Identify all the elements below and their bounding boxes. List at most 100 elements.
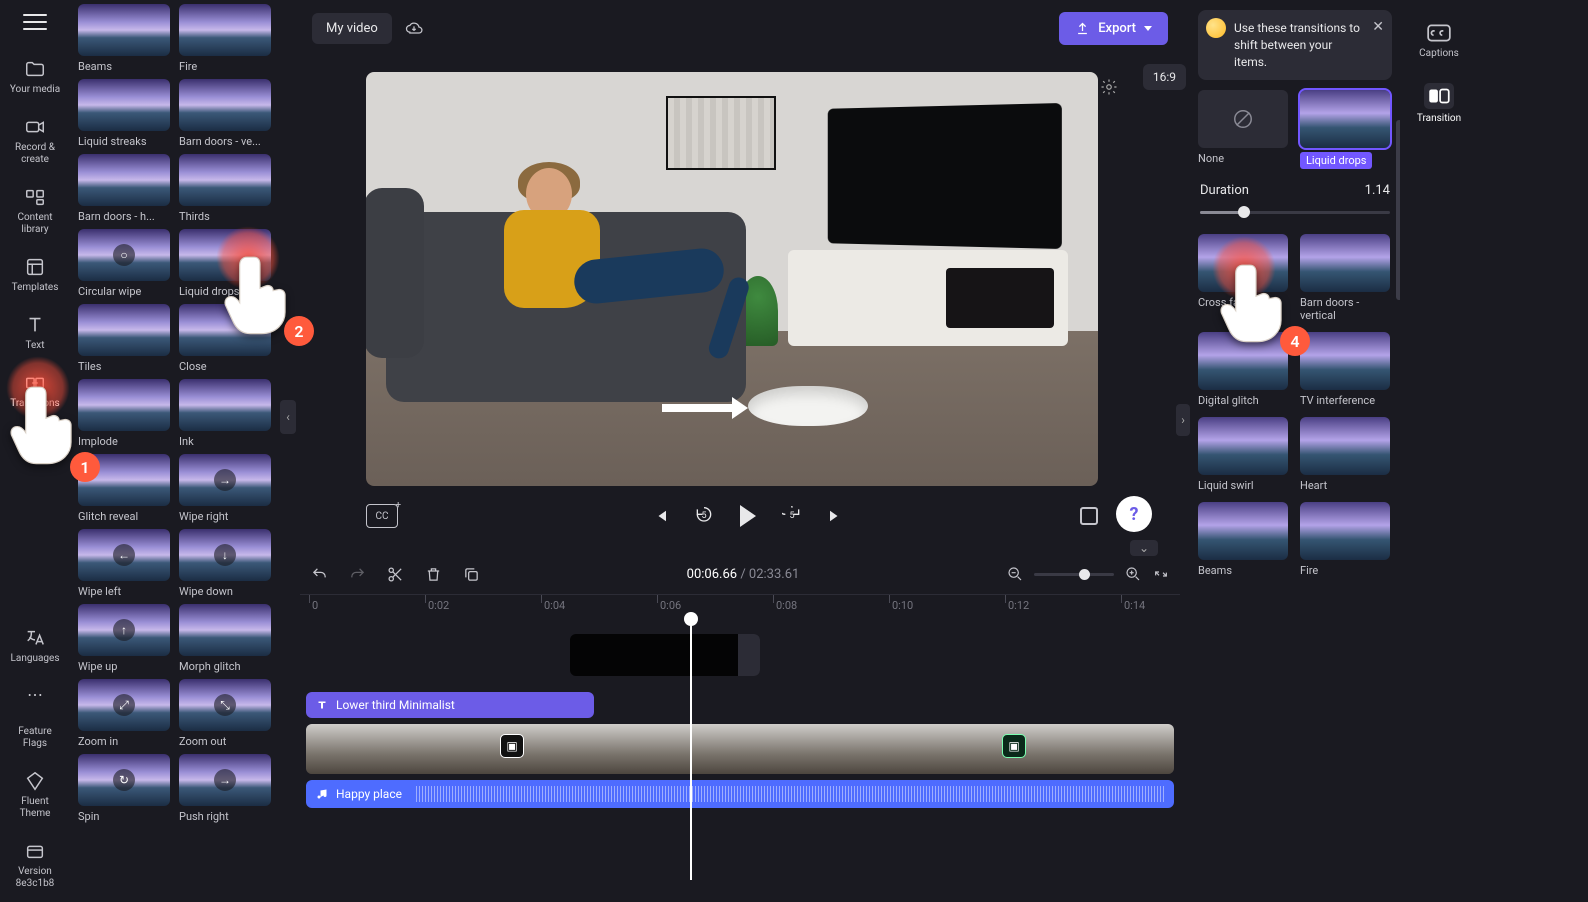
library-item-barn-doors-h-[interactable]: Barn doors - h... <box>78 154 170 223</box>
video-track[interactable] <box>306 724 1174 774</box>
library-item-zoom-out[interactable]: ⤡Zoom out <box>179 679 271 748</box>
aspect-ratio-pill[interactable]: 16:9 <box>1143 64 1186 90</box>
transition-marker-1[interactable]: ▣ <box>500 734 524 758</box>
redo-icon[interactable] <box>348 565 366 583</box>
forward-5-icon[interactable]: 5 <box>782 506 802 526</box>
skip-back-icon[interactable] <box>650 506 670 526</box>
library-item-tiles[interactable]: Tiles <box>78 304 170 373</box>
duration-slider[interactable] <box>1200 204 1390 220</box>
rail-feature-flags[interactable]: Feature Flags <box>5 718 65 762</box>
library-item-wipe-up[interactable]: ↑Wipe up <box>78 604 170 673</box>
rail-captions[interactable]: Captions <box>1412 16 1466 69</box>
help-icon[interactable]: ? <box>1116 496 1152 532</box>
panel-transition-digital-glitch[interactable]: Digital glitch <box>1198 332 1290 407</box>
timeline-toolbar: 00:06.66 / 02:33.61 <box>300 556 1180 592</box>
zoom-fit-icon[interactable] <box>1152 565 1170 583</box>
delete-icon[interactable] <box>424 565 442 583</box>
library-item-liquid-drops[interactable]: Liquid drops <box>179 229 271 298</box>
duration-row: Duration 1.14 <box>1200 183 1390 198</box>
library-icon <box>24 186 46 208</box>
transition-label: None <box>1198 152 1290 165</box>
export-button[interactable]: Export <box>1059 12 1168 45</box>
preview-settings-gear-icon[interactable] <box>1100 78 1118 96</box>
export-label: Export <box>1098 21 1136 36</box>
rewind-5-icon[interactable]: 5 <box>694 506 714 526</box>
rail-languages[interactable]: Languages <box>5 619 65 677</box>
rail-your-media[interactable]: Your media <box>5 50 65 108</box>
rail-content-library[interactable]: Content library <box>5 178 65 248</box>
rail-label: Record & create <box>15 142 55 165</box>
library-item-wipe-left[interactable]: ←Wipe left <box>78 529 170 598</box>
transition-marker-2-selected[interactable]: ▣ <box>1002 734 1026 758</box>
library-item-barn-doors-ve-[interactable]: Barn doors - ve... <box>179 79 271 148</box>
rail-text[interactable]: Text <box>5 306 65 364</box>
timeline-ruler[interactable]: 00:020:040:060:080:100:120:14 <box>300 594 1180 620</box>
playhead[interactable] <box>690 620 692 880</box>
library-item-implode[interactable]: Implode <box>78 379 170 448</box>
play-button[interactable] <box>738 506 758 526</box>
library-item-thirds[interactable]: Thirds <box>179 154 271 223</box>
folder-icon <box>24 58 46 80</box>
gap-clip[interactable] <box>570 634 760 676</box>
panel-transition-cross-fade[interactable]: Cross fade <box>1198 234 1290 322</box>
rail-transitions[interactable]: Transitions <box>5 364 65 422</box>
library-item-zoom-in[interactable]: ⤢Zoom in <box>78 679 170 748</box>
zoom-in-icon[interactable] <box>1124 565 1142 583</box>
panel-transition-fire[interactable]: Fire <box>1300 502 1392 577</box>
language-icon <box>24 627 46 649</box>
cloud-sync-icon[interactable] <box>404 19 424 37</box>
ruler-tick: 0 <box>312 599 318 612</box>
library-item-glitch-reveal[interactable]: Glitch reveal <box>78 454 170 523</box>
rail-templates[interactable]: Templates <box>5 248 65 306</box>
fullscreen-icon[interactable] <box>1080 507 1098 525</box>
rail-more[interactable]: ⋯ <box>5 677 65 718</box>
skip-forward-icon[interactable] <box>826 506 846 526</box>
project-name-chip[interactable]: My video <box>312 13 392 44</box>
video-preview[interactable] <box>366 72 1098 486</box>
library-item-ink[interactable]: Ink <box>179 379 271 448</box>
toggle-properties-panel[interactable]: ⌄ <box>1130 540 1158 556</box>
undo-icon[interactable] <box>310 565 328 583</box>
record-icon <box>24 116 46 138</box>
collapse-library-handle[interactable]: ‹ <box>280 400 296 434</box>
rail-transition-properties[interactable]: Transition <box>1412 77 1466 134</box>
track-area[interactable]: Lower third Minimalist ▣ ▣ Happy place <box>300 620 1180 870</box>
title-clip[interactable]: Lower third Minimalist <box>306 692 594 718</box>
panel-transition-heart[interactable]: Heart <box>1300 417 1392 492</box>
transition-selected-liquid-drops[interactable]: Liquid drops <box>1300 90 1392 169</box>
library-item-beams[interactable]: Beams <box>78 4 170 73</box>
zoom-out-icon[interactable] <box>1006 565 1024 583</box>
transition-icon <box>1424 83 1454 109</box>
panel-transition-liquid-swirl[interactable]: Liquid swirl <box>1198 417 1290 492</box>
library-item-wipe-down[interactable]: ↓Wipe down <box>179 529 271 598</box>
panel-transition-barn-doors-vertical[interactable]: Barn doors - vertical <box>1300 234 1392 322</box>
library-item-spin[interactable]: ↻Spin <box>78 754 170 823</box>
menu-icon[interactable] <box>23 12 47 32</box>
scrollbar[interactable] <box>1396 120 1400 300</box>
transition-none[interactable]: None <box>1198 90 1290 169</box>
library-item-close[interactable]: Close <box>179 304 271 373</box>
collapse-properties-handle[interactable]: › <box>1176 404 1190 436</box>
transition-label: Barn doors - vertical <box>1300 296 1392 322</box>
library-item-wipe-right[interactable]: →Wipe right <box>179 454 271 523</box>
rail-fluent-theme[interactable]: Fluent Theme <box>5 762 65 832</box>
timeline: 00:06.66 / 02:33.61 00:020:040:060:080:1… <box>300 556 1180 902</box>
rail-label: Captions <box>1419 48 1459 59</box>
library-item-label: Implode <box>78 435 170 448</box>
panel-transition-tv-interference[interactable]: TV interference <box>1300 332 1392 407</box>
audio-track[interactable]: Happy place <box>306 780 1174 808</box>
captions-icon <box>1426 22 1452 44</box>
rail-record-create[interactable]: Record & create <box>5 108 65 178</box>
library-item-liquid-streaks[interactable]: Liquid streaks <box>78 79 170 148</box>
rail-version[interactable]: Version 8e3c1b8 <box>5 832 65 902</box>
library-item-fire[interactable]: Fire <box>179 4 271 73</box>
panel-transition-beams[interactable]: Beams <box>1198 502 1290 577</box>
library-item-morph-glitch[interactable]: Morph glitch <box>179 604 271 673</box>
close-tip-icon[interactable]: ✕ <box>1372 18 1384 38</box>
captions-toggle[interactable]: CC <box>366 504 398 528</box>
library-item-push-right[interactable]: →Push right <box>179 754 271 823</box>
duplicate-icon[interactable] <box>462 565 480 583</box>
library-item-circular-wipe[interactable]: ○Circular wipe <box>78 229 170 298</box>
zoom-slider[interactable] <box>1034 573 1114 576</box>
split-icon[interactable] <box>386 565 404 583</box>
